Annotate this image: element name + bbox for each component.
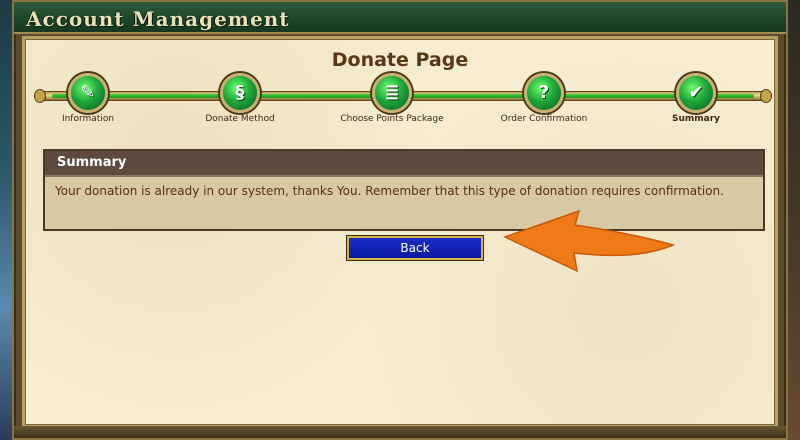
window-title: Account Management [26, 7, 290, 31]
window-titlebar: Account Management [14, 2, 786, 34]
step-order-confirmation: ? Order Confirmation [469, 73, 619, 124]
step-label: Choose Points Package [340, 114, 444, 124]
window-bottom-border [14, 426, 786, 438]
step-label: Summary [671, 114, 721, 124]
scroll-icon: § [220, 73, 260, 113]
step-label: Order Confirmation [500, 114, 588, 124]
page-title: Donate Page [331, 49, 469, 71]
step-information: ✎ Information [13, 73, 163, 124]
list-scroll-icon: ≣ [372, 73, 412, 113]
step-label: Information [61, 114, 115, 124]
back-button[interactable]: Back [347, 236, 483, 260]
step-summary: ✔ Summary [621, 73, 771, 124]
content-panel: Donate Page ✎ Information § Donate Metho… [22, 36, 778, 428]
account-management-window: Account Management Donate Page ✎ Informa… [12, 0, 788, 440]
summary-header: Summary [45, 151, 763, 177]
checkmark-icon: ✔ [676, 73, 716, 113]
step-choose-points-package: ≣ Choose Points Package [317, 73, 467, 124]
step-label: Donate Method [205, 114, 275, 124]
quill-icon: ✎ [68, 73, 108, 113]
step-donate-method: § Donate Method [165, 73, 315, 124]
question-icon: ? [524, 73, 564, 113]
arrow-annotation-icon [503, 209, 675, 273]
summary-message: Your donation is already in our system, … [55, 184, 724, 198]
